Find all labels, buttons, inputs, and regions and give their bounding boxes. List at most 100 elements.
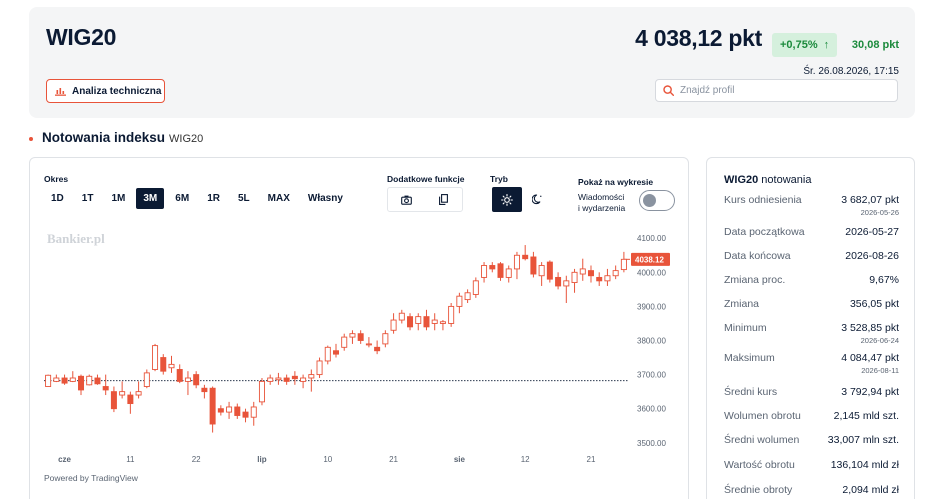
candle[interactable]	[209, 386, 216, 433]
candle[interactable]	[563, 275, 570, 303]
candle[interactable]	[119, 381, 126, 399]
dark-mode-button[interactable]	[522, 187, 552, 212]
candle[interactable]	[472, 277, 479, 298]
candle[interactable]	[546, 260, 553, 283]
candle-body	[382, 333, 389, 345]
candle[interactable]	[612, 265, 619, 280]
technical-analysis-label: Analiza techniczna	[72, 85, 162, 97]
candle[interactable]	[69, 371, 76, 383]
chart-panel: Okres 1D 1T 1M 3M 6M 1R 5L MAX Własny Do…	[29, 157, 689, 499]
quote-row-value: 2026-05-27	[845, 226, 899, 238]
period-1d-button[interactable]: 1D	[44, 188, 71, 209]
candle[interactable]	[439, 320, 446, 331]
period-1m-button[interactable]: 1M	[104, 188, 132, 209]
candle[interactable]	[423, 309, 430, 331]
candle[interactable]	[184, 371, 191, 396]
profile-search[interactable]	[655, 79, 898, 102]
powered-by-tradingview[interactable]: Powered by TradingView	[44, 473, 138, 483]
candle[interactable]	[596, 272, 603, 286]
period-3m-button[interactable]: 3M	[136, 188, 165, 209]
candle[interactable]	[390, 313, 397, 334]
candlestick-chart[interactable]: Bankier.pl 4100.00 4000.00 3900.00 3800.00 3…	[30, 228, 688, 468]
candle[interactable]	[176, 364, 183, 384]
candle[interactable]	[135, 381, 142, 399]
copy-button[interactable]	[425, 188, 462, 211]
candle[interactable]	[258, 378, 265, 406]
candle[interactable]	[324, 345, 331, 365]
candle[interactable]	[571, 268, 578, 293]
technical-analysis-button[interactable]: Analiza techniczna	[46, 79, 165, 103]
candle[interactable]	[308, 369, 315, 392]
candle[interactable]	[316, 357, 323, 378]
candle[interactable]	[365, 337, 372, 348]
candle[interactable]	[102, 374, 109, 396]
candle[interactable]	[349, 330, 356, 344]
candle[interactable]	[341, 333, 348, 351]
quote-row-value: 4 084,47 pkt	[841, 352, 899, 364]
candle[interactable]	[193, 371, 200, 389]
y-tick-label: 3800.00	[637, 337, 666, 346]
candle[interactable]	[226, 401, 233, 419]
candle[interactable]	[94, 374, 101, 385]
candle[interactable]	[587, 265, 594, 283]
candle[interactable]	[398, 309, 405, 324]
candle[interactable]	[407, 313, 414, 331]
candle[interactable]	[382, 330, 389, 348]
candle[interactable]	[555, 272, 562, 290]
candle[interactable]	[333, 343, 339, 358]
candle-body	[489, 265, 496, 270]
candle[interactable]	[86, 374, 93, 386]
candle-body	[201, 387, 208, 393]
events-toggle[interactable]	[639, 190, 675, 211]
candle[interactable]	[283, 374, 290, 385]
candle[interactable]	[579, 258, 586, 281]
search-input[interactable]	[680, 85, 880, 96]
candle[interactable]	[448, 303, 455, 327]
light-mode-button[interactable]	[492, 187, 522, 212]
candle[interactable]	[110, 386, 117, 413]
candle[interactable]	[250, 401, 257, 426]
candle[interactable]	[201, 384, 208, 399]
candle[interactable]	[374, 340, 381, 355]
candle[interactable]	[431, 313, 438, 331]
candle[interactable]	[497, 262, 504, 281]
period-custom-button[interactable]: Własny	[301, 188, 350, 209]
candle[interactable]	[357, 330, 364, 344]
candle[interactable]	[300, 374, 307, 389]
candle[interactable]	[78, 374, 85, 396]
candle[interactable]	[620, 251, 627, 273]
arrow-up-icon: ↑	[823, 39, 830, 51]
candle[interactable]	[127, 391, 134, 414]
candle[interactable]	[489, 262, 496, 273]
screenshot-button[interactable]	[388, 188, 425, 211]
candle[interactable]	[143, 369, 150, 389]
candle[interactable]	[275, 372, 282, 385]
period-5l-button[interactable]: 5L	[231, 188, 257, 209]
period-1r-button[interactable]: 1R	[200, 188, 227, 209]
candle[interactable]	[604, 268, 611, 286]
period-1t-button[interactable]: 1T	[75, 188, 101, 209]
period-max-button[interactable]: MAX	[261, 188, 297, 209]
candle[interactable]	[61, 374, 68, 385]
candle[interactable]	[267, 374, 274, 385]
candle[interactable]	[481, 262, 488, 283]
candle[interactable]	[160, 354, 167, 375]
candle[interactable]	[242, 408, 249, 423]
candle[interactable]	[505, 265, 512, 283]
period-6m-button[interactable]: 6M	[168, 188, 196, 209]
candle[interactable]	[53, 374, 60, 383]
candle[interactable]	[522, 245, 529, 261]
candle[interactable]	[415, 313, 422, 331]
candle[interactable]	[291, 371, 298, 385]
candle[interactable]	[538, 262, 545, 286]
candle[interactable]	[168, 355, 175, 373]
candle[interactable]	[234, 403, 241, 419]
candle[interactable]	[217, 405, 224, 416]
candle[interactable]	[513, 251, 520, 280]
candle[interactable]	[45, 374, 52, 387]
candle[interactable]	[464, 289, 471, 303]
x-tick-label: 11	[126, 455, 135, 464]
candle[interactable]	[152, 343, 159, 372]
candle[interactable]	[456, 292, 463, 314]
candle[interactable]	[530, 251, 537, 278]
